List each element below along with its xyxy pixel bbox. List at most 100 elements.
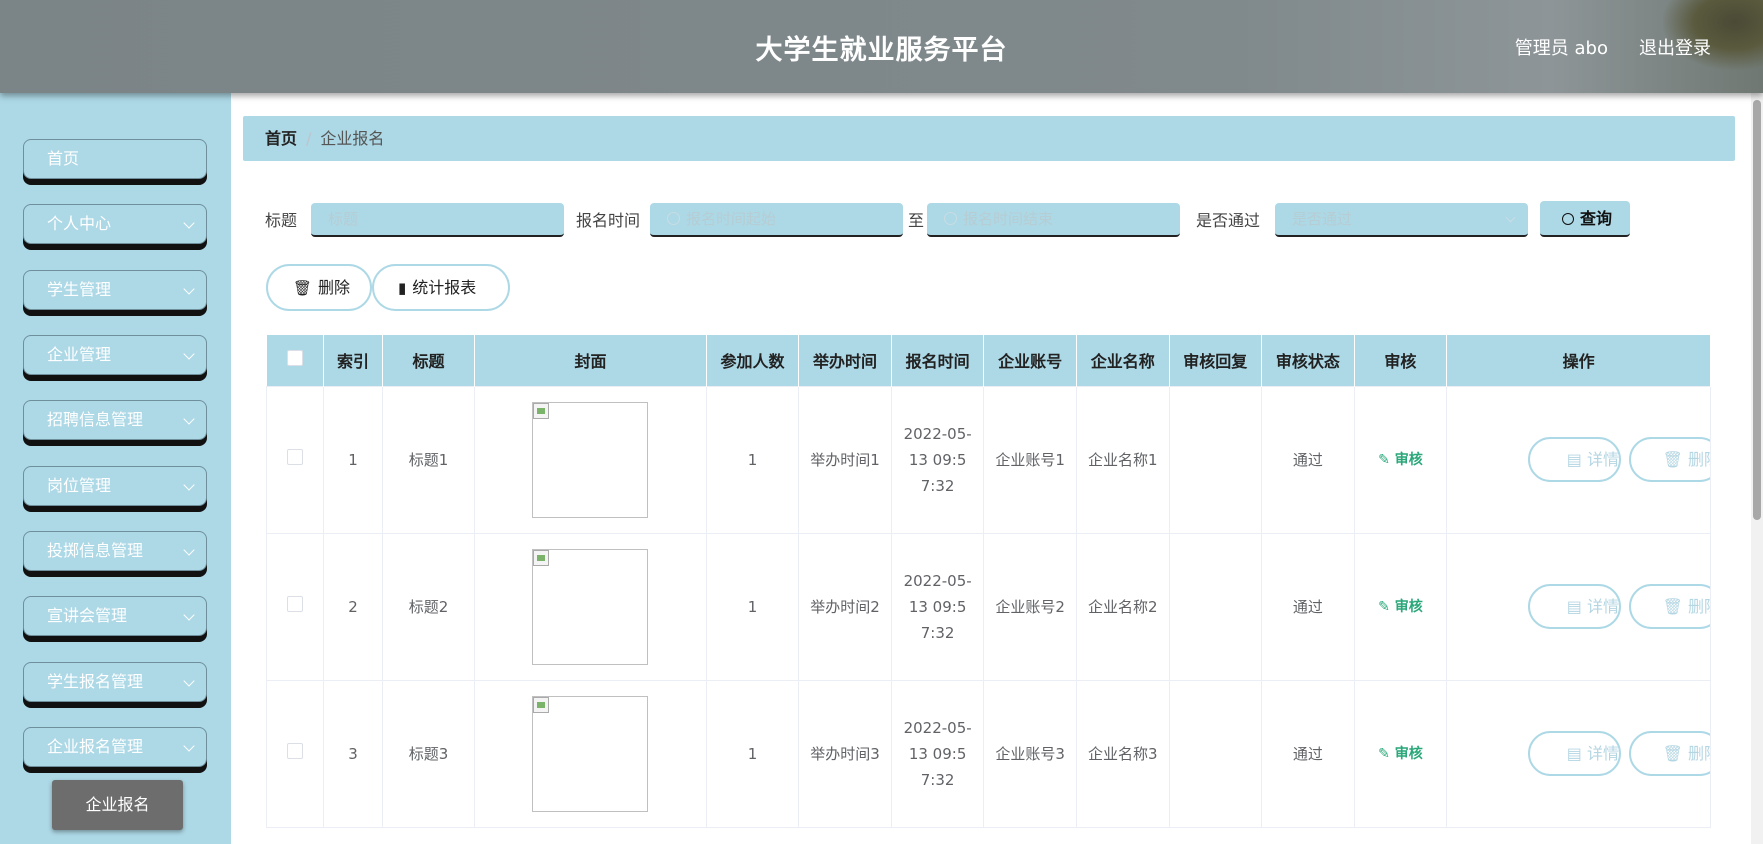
document-icon: ▤	[1566, 744, 1587, 763]
batch-delete-button[interactable]: 🗑 删除	[266, 264, 372, 311]
sidebar-item-9[interactable]: 企业报名管理	[23, 727, 207, 767]
column-header: 参加人数	[706, 335, 800, 386]
trash-icon: 🗑	[1662, 597, 1688, 616]
top-header: 大学生就业服务平台 管理员 abo 退出登录	[0, 0, 1763, 93]
column-header: 审核回复	[1169, 335, 1263, 386]
hold-time-cell: 举办时间1	[798, 385, 892, 534]
chevron-down-icon	[183, 675, 195, 687]
review-link-label: 审核	[1394, 746, 1423, 762]
pass-filter-placeholder: 是否通过	[1292, 210, 1353, 228]
sidebar-item-label: 宣讲会管理	[47, 606, 128, 625]
row-checkbox[interactable]	[287, 448, 304, 465]
breadcrumb-separator: /	[306, 129, 312, 148]
sidebar-item-2[interactable]: 学生管理	[23, 270, 207, 310]
edit-icon: ✎	[1378, 452, 1395, 468]
account-value: 企业账号1	[995, 450, 1065, 469]
status-cell: 通过	[1261, 385, 1355, 534]
row-select-cell[interactable]	[265, 679, 325, 828]
document-icon: ▤	[1566, 597, 1587, 616]
sidebar-item-7[interactable]: 宣讲会管理	[23, 596, 207, 636]
count-cell: 1	[705, 385, 800, 534]
chevron-down-icon	[1505, 212, 1516, 223]
name-cell: 企业名称1	[1075, 385, 1170, 534]
sidebar-item-8[interactable]: 学生报名管理	[23, 662, 207, 702]
column-header: 标题	[382, 335, 476, 386]
cover-cell	[474, 385, 707, 534]
sidebar-item-label: 学生报名管理	[47, 672, 144, 691]
table-row: 2 标题2 1 举办时间2 2022-05-13 09:57:32 企业账号2 企业名称2 通…	[265, 532, 1711, 681]
review-link[interactable]: ✎ 审核	[1378, 452, 1423, 468]
table-header-row: 索引 标题 封面 参加人数 举办时间 报名时间 企业账号 企业名称 审核回复 审…	[266, 335, 1711, 386]
sidebar-item-label: 学生管理	[47, 280, 112, 299]
detail-button[interactable]: ▤ 详情	[1528, 584, 1621, 629]
hold-time-value: 举办时间2	[810, 597, 880, 616]
sidebar-item-label: 企业报名管理	[47, 737, 144, 756]
operation-cell: ▤ 详情🗑 删除	[1446, 679, 1711, 828]
sidebar-item-0[interactable]: 首页	[23, 139, 207, 179]
row-select-cell[interactable]	[265, 385, 325, 534]
row-checkbox[interactable]	[287, 742, 304, 759]
delete-button[interactable]: 🗑 删除	[1629, 584, 1710, 629]
signup-time-end-input[interactable]: 报名时间结束	[927, 203, 1180, 237]
name-value: 企业名称1	[1087, 450, 1158, 469]
pass-filter-select[interactable]: 是否通过	[1275, 203, 1528, 237]
review-cell: ✎ 审核	[1353, 385, 1448, 534]
page-scrollbar[interactable]	[1751, 93, 1763, 844]
column-header: 企业名称	[1076, 335, 1170, 386]
select-all-header[interactable]	[266, 335, 325, 386]
review-link[interactable]: ✎ 审核	[1378, 746, 1423, 762]
row-checkbox[interactable]	[287, 595, 304, 612]
logout-link[interactable]: 退出登录	[1639, 34, 1711, 60]
breadcrumb-current: 企业报名	[320, 129, 385, 148]
review-link[interactable]: ✎ 审核	[1378, 599, 1423, 615]
signup-time-start-input[interactable]: 报名时间起始	[650, 203, 903, 237]
signup-time-value: 2022-05-13 09:57:32	[903, 424, 972, 495]
broken-image-icon	[533, 549, 550, 566]
name-value: 企业名称3	[1087, 744, 1158, 763]
cover-image	[532, 695, 649, 812]
title-cell: 标题3	[381, 679, 476, 828]
bar-chart-icon: ▮	[398, 279, 407, 297]
hold-time-value: 举办时间3	[810, 744, 880, 763]
name-cell: 企业名称3	[1075, 679, 1170, 828]
app-title: 大学生就业服务平台	[755, 35, 1008, 66]
breadcrumb-home[interactable]: 首页	[265, 129, 297, 148]
detail-button-label: 详情	[1586, 450, 1619, 469]
sidebar-item-4[interactable]: 招聘信息管理	[23, 400, 207, 440]
detail-button[interactable]: ▤ 详情	[1528, 731, 1621, 776]
delete-button[interactable]: 🗑 删除	[1629, 731, 1710, 776]
query-button[interactable]: 查询	[1540, 201, 1631, 237]
breadcrumb: 首页 / 企业报名	[243, 116, 1735, 161]
account-cell: 企业账号1	[983, 385, 1077, 534]
sidebar-item-3[interactable]: 企业管理	[23, 335, 207, 375]
index-cell: 1	[323, 385, 383, 534]
sidebar-item-label: 招聘信息管理	[47, 410, 144, 429]
count-cell: 1	[705, 532, 800, 681]
range-to-label: 至	[908, 211, 925, 230]
statistics-report-button[interactable]: ▮ 统计报表	[372, 264, 510, 311]
trash-icon: 🗑	[293, 279, 313, 297]
account-value: 企业账号2	[995, 597, 1065, 616]
sidebar-item-1[interactable]: 个人中心	[23, 204, 207, 244]
select-all-checkbox[interactable]	[286, 350, 303, 367]
operation-cell: ▤ 详情🗑 删除	[1446, 532, 1711, 681]
detail-button[interactable]: ▤ 详情	[1528, 437, 1621, 482]
row-select-cell[interactable]	[265, 532, 325, 681]
sidebar-item-6[interactable]: 投掷信息管理	[23, 531, 207, 571]
sidebar-subitem-enterprise-signup[interactable]: 企业报名	[52, 780, 183, 830]
broken-image-icon	[533, 696, 550, 713]
hold-time-cell: 举办时间3	[798, 679, 892, 828]
scrollbar-thumb[interactable]	[1753, 100, 1761, 520]
query-button-label: 查询	[1580, 209, 1613, 228]
chevron-down-icon	[183, 609, 195, 621]
detail-button-label: 详情	[1586, 744, 1619, 763]
delete-button-label: 删除	[1687, 744, 1710, 763]
title-filter-input[interactable]: 标题	[311, 203, 564, 237]
signup-table: 索引 标题 封面 参加人数 举办时间 报名时间 企业账号 企业名称 审核回复 审…	[265, 335, 1711, 828]
delete-button[interactable]: 🗑 删除	[1629, 437, 1710, 482]
column-header: 操作	[1446, 335, 1711, 386]
sidebar-item-5[interactable]: 岗位管理	[23, 466, 207, 506]
index-cell: 3	[323, 679, 383, 828]
document-icon: ▤	[1566, 450, 1587, 469]
hold-time-cell: 举办时间2	[798, 532, 892, 681]
